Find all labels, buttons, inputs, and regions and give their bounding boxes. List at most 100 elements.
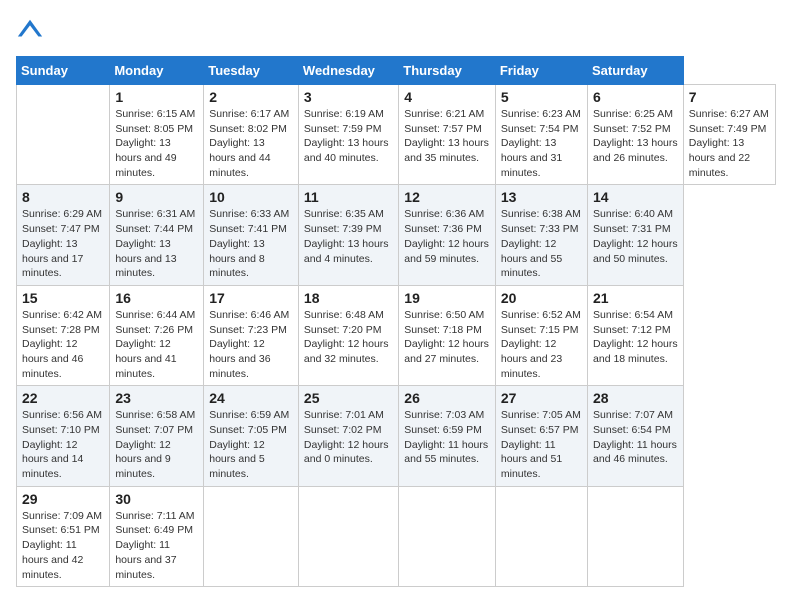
day-number: 20 [501,290,582,306]
day-number: 15 [22,290,104,306]
calendar-week-row: 22Sunrise: 6:56 AMSunset: 7:10 PMDayligh… [17,386,776,486]
day-info: Sunrise: 7:01 AMSunset: 7:02 PMDaylight:… [304,408,393,467]
day-info: Sunrise: 6:29 AMSunset: 7:47 PMDaylight:… [22,207,104,280]
day-number: 21 [593,290,678,306]
calendar-week-row: 29 Sunrise: 7:09 AMSunset: 6:51 PMDayligh… [17,486,776,586]
day-info: Sunrise: 6:50 AMSunset: 7:18 PMDaylight:… [404,308,490,367]
calendar-cell: 20Sunrise: 6:52 AMSunset: 7:15 PMDayligh… [495,285,587,385]
day-number: 27 [501,390,582,406]
day-number: 3 [304,89,393,105]
calendar-cell: 25 Sunrise: 7:01 AMSunset: 7:02 PMDayligh… [298,386,398,486]
calendar-cell: 17 Sunrise: 6:46 AMSunset: 7:23 PMDayligh… [204,285,299,385]
calendar-cell: 11 Sunrise: 6:35 AMSunset: 7:39 PMDayligh… [298,185,398,285]
day-info: Sunrise: 6:44 AMSunset: 7:26 PMDaylight:… [115,308,198,381]
day-info: Sunrise: 6:19 AMSunset: 7:59 PMDaylight:… [304,107,393,166]
day-number: 12 [404,189,490,205]
calendar-cell: 6 Sunrise: 6:25 AMSunset: 7:52 PMDaylight… [588,85,684,185]
day-number: 9 [115,189,198,205]
col-header-tuesday: Tuesday [204,57,299,85]
day-info: Sunrise: 6:56 AMSunset: 7:10 PMDaylight:… [22,408,104,481]
day-info: Sunrise: 6:33 AMSunset: 7:41 PMDaylight:… [209,207,293,280]
day-info: Sunrise: 6:23 AMSunset: 7:54 PMDaylight:… [501,107,582,180]
calendar-cell: 2 Sunrise: 6:17 AMSunset: 8:02 PMDaylight… [204,85,299,185]
col-header-monday: Monday [110,57,204,85]
day-info: Sunrise: 7:05 AMSunset: 6:57 PMDaylight:… [501,408,582,481]
day-info: Sunrise: 6:27 AMSunset: 7:49 PMDaylight:… [689,107,770,180]
calendar-cell: 13 Sunrise: 6:38 AMSunset: 7:33 PMDayligh… [495,185,587,285]
day-number: 2 [209,89,293,105]
calendar-cell: 10Sunrise: 6:33 AMSunset: 7:41 PMDayligh… [204,185,299,285]
calendar-cell: 15 Sunrise: 6:42 AMSunset: 7:28 PMDayligh… [17,285,110,385]
day-number: 25 [304,390,393,406]
day-number: 16 [115,290,198,306]
day-info: Sunrise: 6:17 AMSunset: 8:02 PMDaylight:… [209,107,293,180]
calendar-cell [17,85,110,185]
day-number: 13 [501,189,582,205]
col-header-thursday: Thursday [399,57,496,85]
day-info: Sunrise: 7:07 AMSunset: 6:54 PMDaylight:… [593,408,678,467]
day-number: 19 [404,290,490,306]
calendar-cell [298,486,398,586]
day-info: Sunrise: 7:03 AMSunset: 6:59 PMDaylight:… [404,408,490,467]
day-number: 24 [209,390,293,406]
day-number: 30 [115,491,198,507]
day-info: Sunrise: 6:35 AMSunset: 7:39 PMDaylight:… [304,207,393,266]
calendar-cell: 7 Sunrise: 6:27 AMSunset: 7:49 PMDaylight… [683,85,775,185]
day-number: 6 [593,89,678,105]
day-info: Sunrise: 6:25 AMSunset: 7:52 PMDaylight:… [593,107,678,166]
day-number: 11 [304,189,393,205]
day-info: Sunrise: 7:09 AMSunset: 6:51 PMDaylight:… [22,509,104,582]
calendar-cell: 12 Sunrise: 6:36 AMSunset: 7:36 PMDayligh… [399,185,496,285]
day-number: 5 [501,89,582,105]
day-info: Sunrise: 6:42 AMSunset: 7:28 PMDaylight:… [22,308,104,381]
day-info: Sunrise: 6:38 AMSunset: 7:33 PMDaylight:… [501,207,582,280]
calendar-cell [204,486,299,586]
calendar-cell: 4 Sunrise: 6:21 AMSunset: 7:57 PMDaylight… [399,85,496,185]
day-info: Sunrise: 6:21 AMSunset: 7:57 PMDaylight:… [404,107,490,166]
calendar-cell [399,486,496,586]
day-number: 4 [404,89,490,105]
calendar-cell: 30 Sunrise: 7:11 AMSunset: 6:49 PMDayligh… [110,486,204,586]
day-number: 1 [115,89,198,105]
calendar-cell: 14 Sunrise: 6:40 AMSunset: 7:31 PMDayligh… [588,185,684,285]
day-info: Sunrise: 6:36 AMSunset: 7:36 PMDaylight:… [404,207,490,266]
calendar-cell: 24 Sunrise: 6:59 AMSunset: 7:05 PMDayligh… [204,386,299,486]
day-number: 26 [404,390,490,406]
day-number: 28 [593,390,678,406]
day-info: Sunrise: 6:31 AMSunset: 7:44 PMDaylight:… [115,207,198,280]
logo [16,16,48,44]
day-info: Sunrise: 7:11 AMSunset: 6:49 PMDaylight:… [115,509,198,582]
calendar-cell: 16 Sunrise: 6:44 AMSunset: 7:26 PMDayligh… [110,285,204,385]
day-info: Sunrise: 6:15 AMSunset: 8:05 PMDaylight:… [115,107,198,180]
day-number: 7 [689,89,770,105]
calendar-week-row: 1 Sunrise: 6:15 AMSunset: 8:05 PMDaylight… [17,85,776,185]
calendar-cell: 28 Sunrise: 7:07 AMSunset: 6:54 PMDayligh… [588,386,684,486]
day-number: 17 [209,290,293,306]
day-info: Sunrise: 6:59 AMSunset: 7:05 PMDaylight:… [209,408,293,481]
col-header-sunday: Sunday [17,57,110,85]
day-number: 14 [593,189,678,205]
day-info: Sunrise: 6:46 AMSunset: 7:23 PMDaylight:… [209,308,293,381]
calendar-cell: 8 Sunrise: 6:29 AMSunset: 7:47 PMDaylight… [17,185,110,285]
calendar-cell: 26 Sunrise: 7:03 AMSunset: 6:59 PMDayligh… [399,386,496,486]
calendar-cell: 5 Sunrise: 6:23 AMSunset: 7:54 PMDaylight… [495,85,587,185]
calendar-cell: 22Sunrise: 6:56 AMSunset: 7:10 PMDayligh… [17,386,110,486]
day-number: 8 [22,189,104,205]
calendar-cell: 23 Sunrise: 6:58 AMSunset: 7:07 PMDayligh… [110,386,204,486]
calendar-table: SundayMondayTuesdayWednesdayThursdayFrid… [16,56,776,587]
day-info: Sunrise: 6:48 AMSunset: 7:20 PMDaylight:… [304,308,393,367]
calendar-cell: 9 Sunrise: 6:31 AMSunset: 7:44 PMDaylight… [110,185,204,285]
col-header-friday: Friday [495,57,587,85]
day-info: Sunrise: 6:58 AMSunset: 7:07 PMDaylight:… [115,408,198,481]
day-info: Sunrise: 6:54 AMSunset: 7:12 PMDaylight:… [593,308,678,367]
day-number: 23 [115,390,198,406]
calendar-cell: 18Sunrise: 6:48 AMSunset: 7:20 PMDayligh… [298,285,398,385]
calendar-header-row: SundayMondayTuesdayWednesdayThursdayFrid… [17,57,776,85]
calendar-cell: 21 Sunrise: 6:54 AMSunset: 7:12 PMDayligh… [588,285,684,385]
col-header-saturday: Saturday [588,57,684,85]
logo-icon [16,16,44,44]
day-info: Sunrise: 6:40 AMSunset: 7:31 PMDaylight:… [593,207,678,266]
day-number: 29 [22,491,104,507]
calendar-cell [588,486,684,586]
calendar-cell: 27 Sunrise: 7:05 AMSunset: 6:57 PMDayligh… [495,386,587,486]
